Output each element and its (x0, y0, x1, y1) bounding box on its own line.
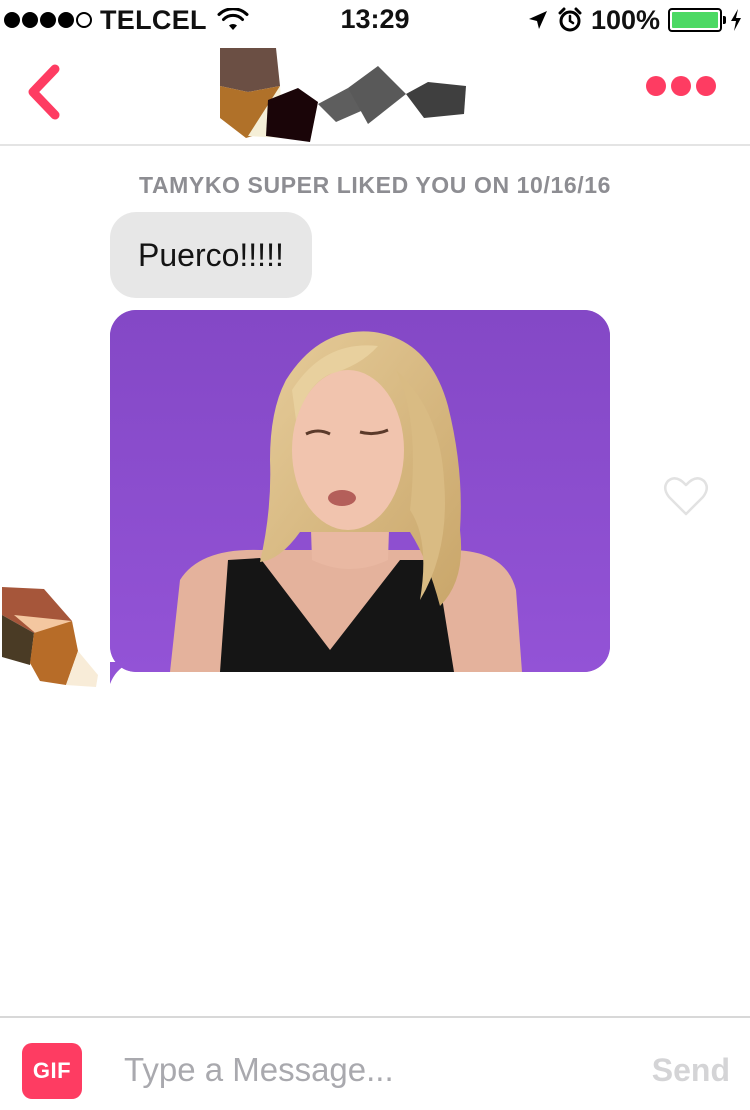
gif-button[interactable]: GIF (22, 1043, 82, 1099)
more-dots-icon (646, 76, 666, 96)
battery-icon (668, 8, 726, 32)
battery-percentage: 100% (590, 4, 660, 35)
heart-outline-icon[interactable] (662, 474, 710, 518)
status-right: 100% (527, 4, 742, 36)
status-bar: TELCEL 13:29 100% (0, 0, 750, 40)
message-bubble[interactable]: Puerco!!!!! (110, 212, 312, 298)
bubble-tail (110, 662, 132, 684)
chevron-left-icon (28, 64, 60, 120)
alarm-clock-icon (558, 7, 582, 32)
location-arrow-icon (528, 11, 547, 29)
gif-message[interactable] (110, 310, 610, 672)
sender-avatar[interactable] (0, 585, 100, 687)
back-button[interactable] (18, 62, 68, 122)
message-input[interactable] (124, 1040, 604, 1100)
more-options-button[interactable] (646, 76, 716, 96)
send-button[interactable]: Send (652, 1052, 730, 1089)
gif-image (110, 310, 610, 672)
super-like-notice: TAMYKO SUPER LIKED YOU ON 10/16/16 (139, 172, 611, 198)
match-avatar[interactable] (218, 46, 468, 142)
chat-header (0, 40, 750, 146)
message-composer: GIF Send (0, 1016, 750, 1110)
charging-bolt-icon (731, 9, 741, 31)
message-text: Puerco!!!!! (138, 236, 284, 273)
